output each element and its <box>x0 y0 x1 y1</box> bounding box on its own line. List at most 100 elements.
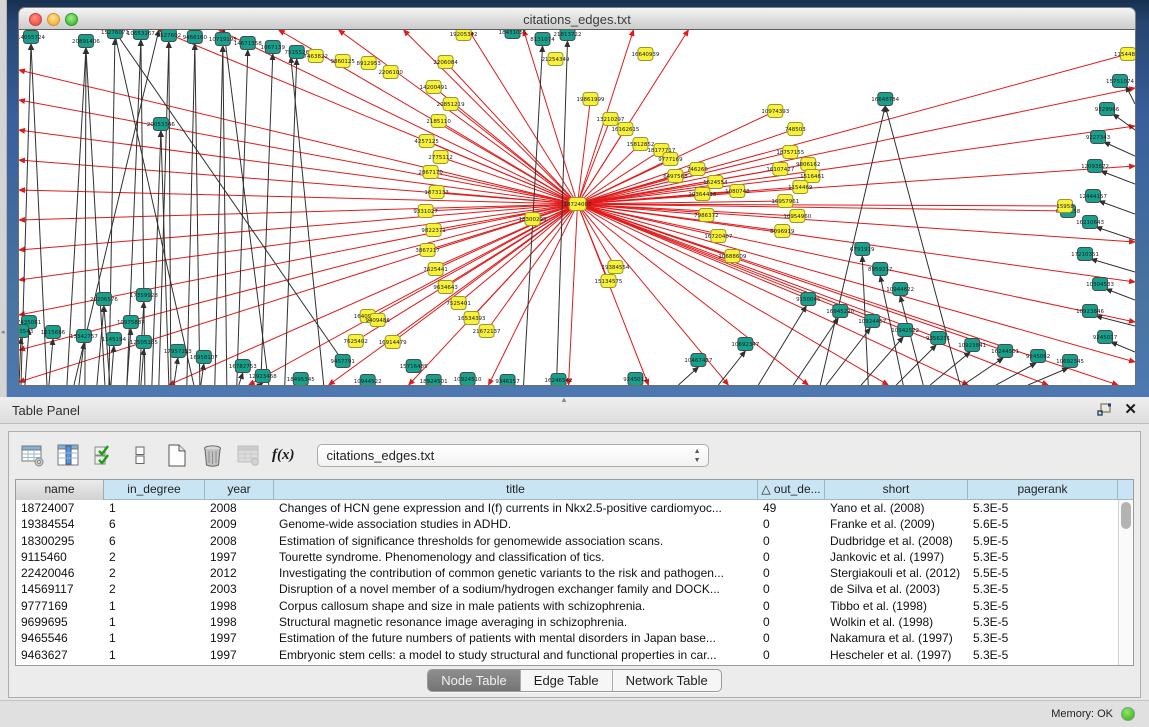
citation-edge-black[interactable] <box>1111 342 1135 352</box>
scrollbar-thumb[interactable] <box>1121 502 1131 529</box>
graph-node[interactable]: 20206576 <box>90 293 118 306</box>
graph-node[interactable]: 10653267 <box>127 30 155 40</box>
graph-node[interactable]: 10924510 <box>454 373 482 386</box>
graph-node[interactable]: 19861999 <box>577 93 605 106</box>
graph-node[interactable]: 748503 <box>785 123 806 136</box>
graph-node[interactable]: 1145194 <box>102 333 127 346</box>
graph-node[interactable]: 7525401 <box>446 297 470 310</box>
citation-edge-black[interactable] <box>1106 289 1135 300</box>
graph-node[interactable]: 9346157 <box>495 375 520 386</box>
citation-edge-black[interactable] <box>239 373 243 385</box>
graph-node[interactable]: 7625441 <box>423 263 447 276</box>
graph-node[interactable]: 21672137 <box>473 325 501 338</box>
citation-edge-black[interactable] <box>201 364 204 385</box>
splitter-handle-icon[interactable]: ▲ <box>560 395 568 404</box>
graph-node[interactable]: 2206100 <box>378 66 403 79</box>
graph-node[interactable]: 16958107 <box>190 351 218 364</box>
graph-node[interactable]: 10923846 <box>1076 305 1104 318</box>
graph-node[interactable]: 15958 <box>1056 200 1074 213</box>
citation-edge-black[interactable] <box>79 343 84 385</box>
citation-edge-red[interactable] <box>569 204 578 385</box>
row-height-button[interactable] <box>127 442 154 469</box>
graph-node[interactable]: 15134575 <box>595 275 623 288</box>
citation-edge-black[interactable] <box>1096 227 1135 240</box>
graph-node[interactable]: 9245017 <box>1093 331 1118 344</box>
graph-node[interactable]: 16957961 <box>771 195 799 208</box>
graph-node[interactable]: 16107427 <box>766 163 794 176</box>
close-panel-icon[interactable]: ✕ <box>1124 402 1137 418</box>
graph-node[interactable]: 12505185 <box>130 336 158 349</box>
table-row[interactable]: 1456911722003Disruption of a novel membe… <box>16 581 1118 597</box>
citation-edge-red[interactable] <box>427 141 578 204</box>
graph-node[interactable]: 10924457 <box>858 315 886 328</box>
graph-node[interactable]: 2867170 <box>418 166 443 179</box>
tab-edge-table[interactable]: Edge Table <box>520 670 612 691</box>
citation-edge-black[interactable] <box>718 351 745 385</box>
graph-node[interactable]: 2206084 <box>433 56 458 69</box>
graph-node[interactable]: 8131074 <box>530 33 555 46</box>
graph-node[interactable]: 8096919 <box>770 225 795 238</box>
table-vertical-scrollbar[interactable] <box>1118 500 1133 665</box>
column-header-pagerank[interactable]: pagerank <box>968 480 1118 500</box>
graph-node[interactable]: 20891406 <box>72 35 100 48</box>
table-row[interactable]: 1830029562008Estimation of significance … <box>16 533 1118 549</box>
citation-edge-red[interactable] <box>19 204 577 220</box>
graph-node[interactable]: 16945220 <box>826 305 854 318</box>
graph-node[interactable]: 17359928 <box>130 289 158 302</box>
column-header-title[interactable]: title <box>274 480 758 500</box>
graph-node[interactable]: 16648784 <box>871 93 899 106</box>
graph-node[interactable]: 12093872 <box>1081 160 1109 173</box>
graph-node[interactable]: 18431055 <box>499 30 527 39</box>
table-selector-dropdown[interactable]: citations_edges.txt ▲▼ <box>317 444 709 467</box>
graph-node[interactable]: 18495345 <box>287 373 315 386</box>
citation-edge-red[interactable] <box>577 166 1135 204</box>
citation-edge-black[interactable] <box>114 30 343 361</box>
citation-edge-red[interactable] <box>19 204 577 250</box>
citation-edge-black[interactable] <box>1104 142 1135 156</box>
citation-edge-black[interactable] <box>996 363 1036 385</box>
citation-edge-black[interactable] <box>885 106 960 385</box>
graph-node[interactable]: 21813722 <box>554 30 582 41</box>
table-row[interactable]: 946554611997Estimation of the future num… <box>16 630 1118 646</box>
citation-edge-black[interactable] <box>963 358 1003 385</box>
new-table-button[interactable] <box>163 442 190 469</box>
column-header-short[interactable]: short <box>825 480 968 500</box>
table-row[interactable]: 946362711997Embryonic stem cells: a mode… <box>16 647 1118 663</box>
citation-edge-black[interactable] <box>930 352 970 385</box>
table-row[interactable]: 911546021997Tourette syndrome. Phenomeno… <box>16 549 1118 565</box>
graph-node[interactable]: 10975887 <box>117 316 145 329</box>
citation-edge-black[interactable] <box>900 296 923 385</box>
graph-node[interactable]: 9245062 <box>1026 350 1050 363</box>
citation-edge-black[interactable] <box>285 59 297 385</box>
citation-edge-black[interactable] <box>758 306 806 385</box>
function-builder-button[interactable]: f(x) <box>271 442 296 469</box>
citation-edge-black[interactable] <box>237 50 248 385</box>
graph-node[interactable]: 9806162 <box>796 158 820 171</box>
citation-edge-black[interactable] <box>223 46 227 385</box>
citation-edge-black[interactable] <box>141 349 144 385</box>
graph-node[interactable]: 16244501 <box>991 345 1019 358</box>
graph-node[interactable]: 9150045 <box>796 293 821 306</box>
graph-node[interactable]: 10942522 <box>891 324 919 337</box>
citation-edge-black[interactable] <box>678 367 698 385</box>
citation-edge-black[interactable] <box>1099 201 1135 214</box>
column-header-out_de[interactable]: △ out_de... <box>758 480 825 500</box>
graph-node[interactable]: 17210351 <box>1071 248 1099 261</box>
graph-node[interactable]: 10467427 <box>684 354 712 367</box>
graph-node[interactable]: 6791919 <box>850 243 875 256</box>
graph-node[interactable]: 2185110 <box>426 115 451 128</box>
graph-node[interactable]: 15276071 <box>101 30 129 39</box>
network-window-titlebar[interactable]: citations_edges.txt <box>18 7 1136 30</box>
import-table-button[interactable] <box>235 442 262 469</box>
float-panel-icon[interactable] <box>1097 403 1112 417</box>
graph-node[interactable]: 10954960 <box>783 210 811 223</box>
citation-edge-black[interactable] <box>1091 259 1135 272</box>
graph-node[interactable]: 9329966 <box>1095 103 1120 116</box>
citation-edge-black[interactable] <box>1101 171 1135 184</box>
citation-edge-red[interactable] <box>329 204 578 385</box>
tab-node-table[interactable]: Node Table <box>428 670 520 691</box>
column-visibility-button[interactable] <box>55 442 82 469</box>
graph-node[interactable]: 14055724 <box>19 31 45 44</box>
graph-node[interactable]: 8959217 <box>868 263 893 276</box>
graph-node[interactable]: 1527602 <box>157 30 181 42</box>
